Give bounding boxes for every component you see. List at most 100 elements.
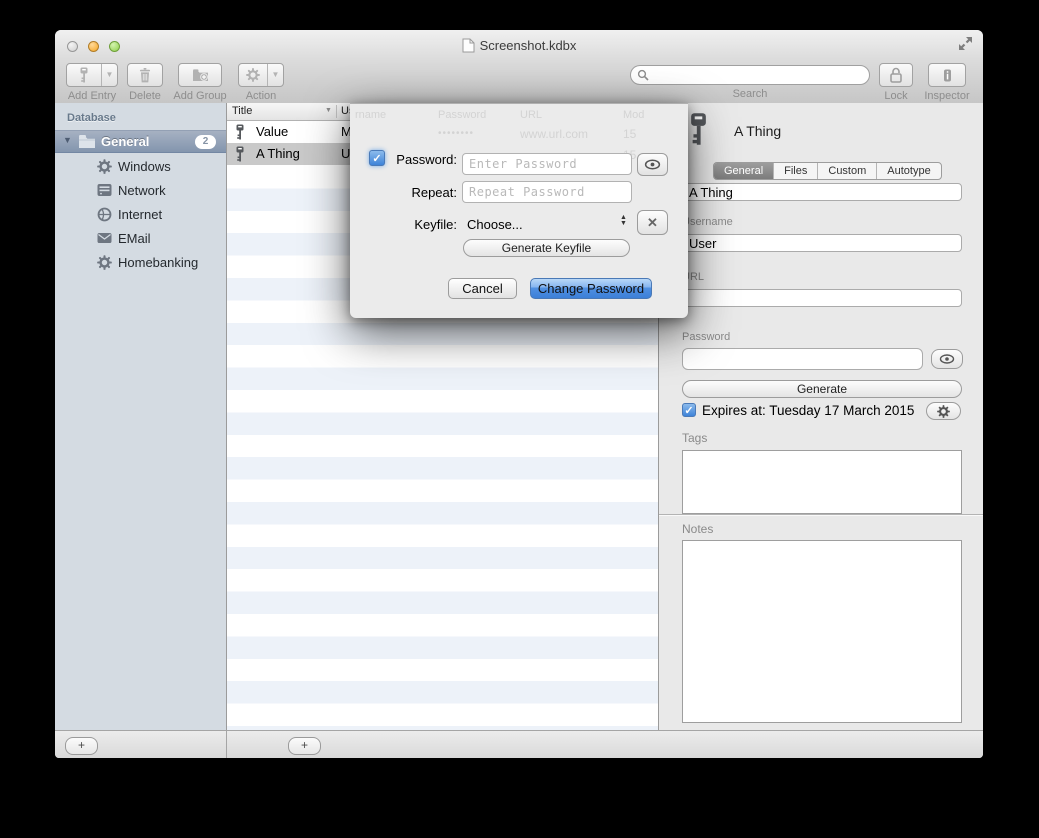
- folder-plus-icon: [192, 68, 209, 82]
- delete-button[interactable]: [127, 63, 163, 87]
- sidebar: Database ▼ General 2 Windows: [55, 103, 227, 730]
- search-input[interactable]: [649, 66, 869, 84]
- add-entry-label: Add Entry: [64, 90, 120, 102]
- sidebar-item-label: Internet: [118, 207, 162, 222]
- cancel-label: Cancel: [462, 281, 502, 296]
- dialog-reveal-password-button[interactable]: [637, 153, 668, 176]
- fullscreen-icon[interactable]: [958, 36, 973, 51]
- sidebar-footer: +: [55, 730, 227, 758]
- action-button[interactable]: ▼: [238, 63, 284, 87]
- url-field[interactable]: [682, 289, 962, 307]
- username-label: Username: [682, 216, 733, 228]
- gear-icon: [239, 64, 267, 86]
- inspector-button[interactable]: [928, 63, 966, 87]
- cancel-button[interactable]: Cancel: [448, 278, 517, 299]
- sidebar-item-label: Windows: [118, 159, 171, 174]
- lock-open-icon: [889, 67, 903, 83]
- inspector-label: Inspector: [921, 90, 973, 102]
- keyfile-popup[interactable]: Choose...: [467, 217, 523, 232]
- expires-checkbox[interactable]: ✓: [682, 403, 696, 417]
- gear-icon: [97, 159, 112, 174]
- trash-icon: [139, 68, 151, 83]
- add-entry-plus-button[interactable]: +: [288, 737, 321, 755]
- dialog-keyfile-label: Keyfile:: [350, 217, 457, 232]
- dialog-repeat-label: Repeat:: [350, 185, 457, 200]
- column-header-title[interactable]: Title: [232, 105, 252, 117]
- entry-key-icon: [688, 112, 709, 151]
- tab-custom[interactable]: Custom: [818, 163, 877, 179]
- keyfile-stepper-icon[interactable]: ▲ ▼: [620, 215, 627, 227]
- inspector-icon: [940, 68, 955, 83]
- lock-button[interactable]: [879, 63, 913, 87]
- titlebar: Screenshot.kdbx ▼ Add Entry: [55, 30, 983, 104]
- sort-arrow-icon: ▼: [325, 107, 332, 114]
- sidebar-item-label: EMail: [118, 231, 151, 246]
- window-title-area: Screenshot.kdbx: [55, 38, 983, 53]
- sidebar-item-email[interactable]: EMail: [55, 228, 226, 250]
- tab-general[interactable]: General: [714, 163, 774, 179]
- expires-label: Expires at: Tuesday 17 March 2015: [702, 403, 914, 418]
- inspector-tabs: General Files Custom Autotype: [713, 162, 942, 180]
- tab-files[interactable]: Files: [774, 163, 818, 179]
- delete-group: Delete: [121, 63, 169, 102]
- add-group-button[interactable]: [178, 63, 222, 87]
- search-field[interactable]: [630, 65, 870, 85]
- dialog-password-input[interactable]: [462, 153, 632, 175]
- group-label: General: [101, 134, 149, 149]
- delete-label: Delete: [121, 90, 169, 102]
- change-password-button[interactable]: Change Password: [530, 278, 652, 299]
- title-field[interactable]: [682, 183, 962, 201]
- key-icon: [67, 64, 101, 86]
- keyfile-clear-button[interactable]: ✕: [637, 210, 668, 235]
- notes-label: Notes: [682, 522, 713, 536]
- plus-icon: +: [301, 738, 308, 752]
- password-field[interactable]: [682, 348, 923, 370]
- generate-keyfile-button[interactable]: Generate Keyfile: [463, 239, 630, 257]
- add-entry-button[interactable]: ▼: [66, 63, 118, 87]
- generate-button[interactable]: Generate: [682, 380, 962, 398]
- generate-label: Generate: [797, 382, 847, 396]
- notes-box[interactable]: [682, 540, 962, 723]
- change-password-dialog: rname Password URL Mod •••••••• www.url.…: [350, 103, 688, 318]
- search-label: Search: [630, 88, 870, 100]
- group-count-badge: 2: [195, 135, 216, 149]
- action-dropdown-arrow-icon[interactable]: ▼: [267, 64, 283, 86]
- disclosure-triangle-icon[interactable]: ▼: [63, 135, 72, 145]
- envelope-icon: [97, 231, 112, 246]
- folder-icon: [78, 134, 96, 149]
- entry-title: A Thing: [256, 146, 300, 161]
- username-field[interactable]: [682, 234, 962, 252]
- checkmark-icon: ✓: [684, 405, 693, 417]
- action-label: Action: [233, 90, 289, 102]
- eye-icon: [644, 159, 661, 170]
- close-x-icon: ✕: [647, 215, 658, 231]
- lock-label: Lock: [873, 90, 919, 102]
- add-group-plus-button[interactable]: +: [65, 737, 98, 755]
- tags-box[interactable]: [682, 450, 962, 514]
- add-group-label: Add Group: [171, 90, 229, 102]
- ghost-header-url: URL: [520, 109, 542, 121]
- expires-options-button[interactable]: [926, 402, 961, 420]
- dialog-password-label: Password:: [350, 152, 457, 167]
- window-title: Screenshot.kdbx: [480, 38, 577, 53]
- reveal-password-button[interactable]: [931, 349, 963, 369]
- password-label: Password: [682, 331, 730, 343]
- sidebar-item-network[interactable]: Network: [55, 180, 226, 202]
- sidebar-item-label: Homebanking: [118, 255, 198, 270]
- ghost-header-modified: Mod: [623, 109, 644, 121]
- ghost-password-dots: ••••••••: [438, 128, 474, 139]
- add-entry-dropdown-arrow-icon[interactable]: ▼: [101, 64, 117, 86]
- sidebar-item-internet[interactable]: Internet: [55, 204, 226, 226]
- stepper-down-icon[interactable]: ▼: [620, 221, 627, 227]
- sidebar-item-windows[interactable]: Windows: [55, 156, 226, 178]
- dialog-repeat-input[interactable]: [462, 181, 632, 203]
- column-divider[interactable]: [336, 105, 337, 118]
- ghost-modified: 15: [623, 127, 636, 141]
- tab-autotype[interactable]: Autotype: [877, 163, 940, 179]
- globe-icon: [97, 207, 112, 222]
- entry-title: Value: [256, 124, 288, 139]
- change-password-label: Change Password: [538, 281, 644, 296]
- sidebar-item-homebanking[interactable]: Homebanking: [55, 252, 226, 274]
- inspector-group: Inspector: [921, 63, 973, 102]
- sidebar-group-general[interactable]: ▼ General 2: [55, 130, 226, 153]
